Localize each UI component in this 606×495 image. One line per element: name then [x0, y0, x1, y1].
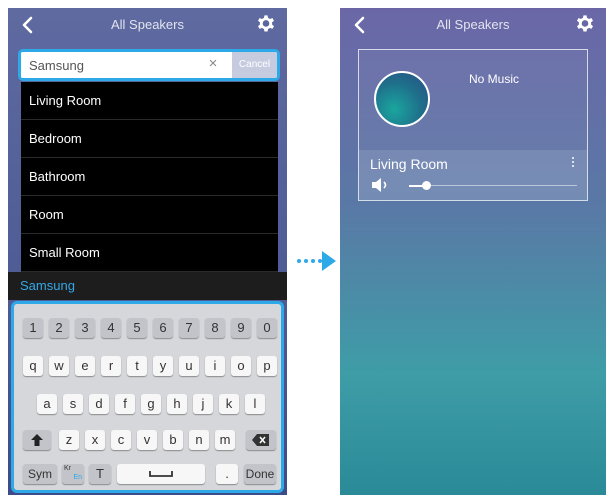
key-y[interactable]: y: [153, 356, 173, 376]
speaker-name: Living Room: [370, 156, 448, 172]
key-l[interactable]: l: [245, 394, 265, 414]
key-n[interactable]: n: [189, 430, 209, 450]
period-key[interactable]: .: [216, 464, 238, 484]
app-bar: All Speakers: [340, 8, 606, 42]
key-v[interactable]: v: [137, 430, 157, 450]
key-6[interactable]: 6: [153, 318, 173, 338]
language-key[interactable]: Kr En: [62, 464, 84, 484]
key-p[interactable]: p: [257, 356, 277, 376]
key-e[interactable]: e: [75, 356, 95, 376]
keyboard: 1234567890 qwertyuiop asdfghjkl zxcvbnm …: [11, 301, 284, 493]
clear-search-icon[interactable]: ×: [205, 55, 221, 73]
gear-icon[interactable]: [255, 14, 277, 36]
search-field: × Cancel: [18, 49, 280, 81]
volume-slider-thumb[interactable]: [421, 181, 431, 190]
key-t[interactable]: t: [127, 356, 147, 376]
handwriting-key[interactable]: T: [89, 464, 111, 484]
key-2[interactable]: 2: [49, 318, 69, 338]
gear-icon[interactable]: [574, 14, 596, 36]
space-key[interactable]: [117, 464, 205, 484]
key-o[interactable]: o: [231, 356, 251, 376]
key-1[interactable]: 1: [23, 318, 43, 338]
page-title: All Speakers: [436, 17, 510, 32]
dotted-line: [297, 259, 322, 263]
app-bar: All Speakers: [8, 8, 287, 42]
shift-icon: [31, 434, 43, 446]
key-3[interactable]: 3: [75, 318, 95, 338]
music-status: No Music: [469, 72, 520, 86]
key-8[interactable]: 8: [205, 318, 225, 338]
cancel-button[interactable]: Cancel: [232, 52, 277, 78]
suggestion-item[interactable]: Room: [21, 196, 278, 234]
key-w[interactable]: w: [49, 356, 69, 376]
handwriting-label: T: [96, 466, 104, 481]
key-r[interactable]: r: [101, 356, 121, 376]
suggestion-list: Living Room Bedroom Bathroom Room Small Room: [21, 82, 278, 272]
volume-icon[interactable]: [371, 178, 393, 192]
done-button[interactable]: Done: [244, 464, 276, 484]
keyboard-suggestion[interactable]: Samsung: [8, 272, 287, 300]
key-b[interactable]: b: [163, 430, 183, 450]
speaker-card[interactable]: No Music Living Room: [358, 49, 588, 201]
key-c[interactable]: c: [111, 430, 131, 450]
language-kr-label: Kr: [64, 465, 71, 472]
key-s[interactable]: s: [63, 394, 83, 414]
page-title: All Speakers: [111, 17, 184, 32]
suggestion-item[interactable]: Bathroom: [21, 158, 278, 196]
key-q[interactable]: q: [23, 356, 43, 376]
shift-key[interactable]: [23, 430, 51, 450]
backspace-icon: [252, 434, 269, 446]
key-i[interactable]: i: [205, 356, 225, 376]
key-5[interactable]: 5: [127, 318, 147, 338]
key-m[interactable]: m: [215, 430, 235, 450]
key-7[interactable]: 7: [179, 318, 199, 338]
album-art[interactable]: [374, 71, 430, 127]
key-z[interactable]: z: [59, 430, 79, 450]
key-a[interactable]: a: [37, 394, 57, 414]
key-k[interactable]: k: [219, 394, 239, 414]
key-d[interactable]: d: [89, 394, 109, 414]
key-f[interactable]: f: [115, 394, 135, 414]
speaker-controls: Living Room: [359, 150, 587, 200]
suggestion-item[interactable]: Living Room: [21, 82, 278, 120]
suggestion-item[interactable]: Small Room: [21, 234, 278, 272]
now-playing-area: No Music: [359, 50, 587, 150]
language-en-label: En: [73, 474, 82, 481]
key-g[interactable]: g: [141, 394, 161, 414]
volume-slider[interactable]: [409, 185, 577, 186]
key-9[interactable]: 9: [231, 318, 251, 338]
left-screen: All Speakers × Cancel Living RoomBedroom…: [8, 8, 287, 495]
key-0[interactable]: 0: [257, 318, 277, 338]
backspace-key[interactable]: [246, 430, 276, 450]
suggestion-item[interactable]: Bedroom: [21, 120, 278, 158]
key-x[interactable]: x: [85, 430, 105, 450]
key-4[interactable]: 4: [101, 318, 121, 338]
more-icon[interactable]: [571, 156, 575, 168]
right-screen: All Speakers No Music Living Room: [340, 8, 606, 495]
space-icon: [149, 471, 173, 477]
arrow-right-icon: [322, 251, 336, 271]
key-u[interactable]: u: [179, 356, 199, 376]
key-j[interactable]: j: [193, 394, 213, 414]
key-h[interactable]: h: [167, 394, 187, 414]
sym-key[interactable]: Sym: [23, 464, 57, 484]
